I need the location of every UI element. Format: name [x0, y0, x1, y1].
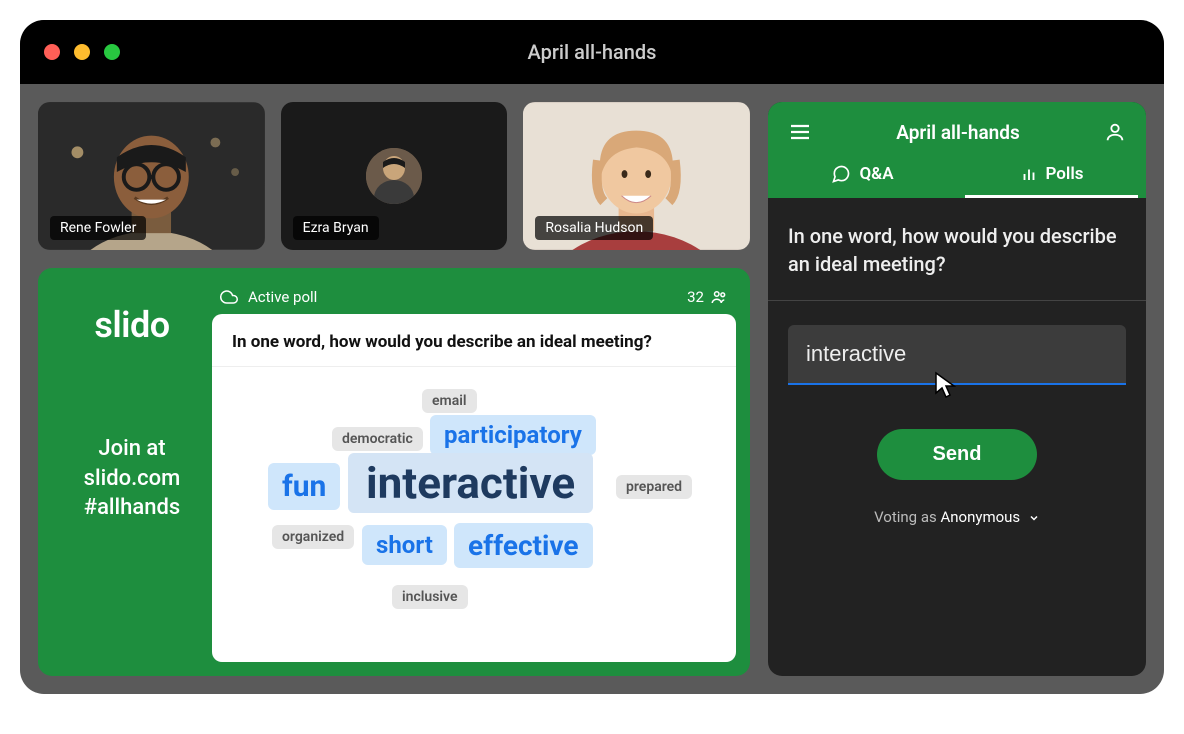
wordcloud: email democratic participatory fun inter…	[212, 367, 736, 662]
slido-logo: slido	[94, 304, 169, 346]
voting-identity: Anonymous	[940, 508, 1020, 526]
tab-polls[interactable]: Polls	[957, 150, 1146, 198]
side-panel-tabs: Q&A Polls	[768, 150, 1146, 198]
tab-label: Q&A	[859, 164, 893, 184]
cloud-icon	[220, 288, 238, 306]
side-panel-header: April all-hands Q&A	[768, 102, 1146, 198]
join-line: slido.com	[84, 464, 181, 494]
word-chip: effective	[454, 523, 593, 568]
word-chip: democratic	[332, 427, 423, 451]
poll-vote-count: 32	[687, 288, 704, 306]
poll-join-info: slido Join at slido.com #allhands	[52, 288, 212, 662]
join-instructions: Join at slido.com #allhands	[84, 434, 181, 523]
poll-card: In one word, how would you describe an i…	[212, 314, 736, 662]
content-area: Rene Fowler Ezra Bryan	[20, 84, 1164, 694]
tab-qa[interactable]: Q&A	[768, 150, 957, 198]
join-line: #allhands	[84, 493, 181, 523]
slido-side-panel: April all-hands Q&A	[768, 102, 1146, 676]
video-row: Rene Fowler Ezra Bryan	[38, 102, 750, 250]
poll-content: Active poll 32 In one word, how would yo…	[212, 288, 736, 662]
side-panel-title: April all-hands	[896, 121, 1020, 144]
video-tile[interactable]: Rosalia Hudson	[523, 102, 750, 250]
join-line: Join at	[84, 434, 181, 464]
tab-label: Polls	[1046, 164, 1084, 184]
poll-question: In one word, how would you describe an i…	[212, 314, 736, 367]
video-tile[interactable]: Ezra Bryan	[281, 102, 508, 250]
video-tile[interactable]: Rene Fowler	[38, 102, 265, 250]
word-chip: short	[362, 525, 447, 565]
cursor-icon	[934, 371, 958, 399]
avatar-circle	[366, 148, 422, 204]
bar-chart-icon	[1020, 165, 1038, 183]
voting-identity-row[interactable]: Voting as Anonymous	[788, 508, 1126, 526]
word-chip: participatory	[430, 415, 596, 455]
participant-name-tag: Rosalia Hudson	[535, 216, 653, 240]
poll-status-bar: Active poll 32	[212, 288, 736, 314]
close-window-button[interactable]	[44, 44, 60, 60]
profile-button[interactable]	[1104, 121, 1126, 143]
menu-button[interactable]	[788, 120, 812, 144]
fullscreen-window-button[interactable]	[104, 44, 120, 60]
poll-status-label: Active poll	[248, 288, 317, 306]
word-chip: prepared	[616, 475, 692, 499]
hamburger-icon	[788, 120, 812, 144]
divider	[768, 300, 1146, 301]
minimize-window-button[interactable]	[74, 44, 90, 60]
titlebar: April all-hands	[20, 20, 1164, 84]
word-chip: interactive	[348, 453, 593, 513]
side-panel-question: In one word, how would you describe an i…	[788, 222, 1126, 278]
avatar-icon	[366, 148, 422, 204]
word-chip: inclusive	[392, 585, 468, 609]
person-icon	[1104, 121, 1126, 143]
answer-input-wrap	[788, 325, 1126, 385]
word-chip: organized	[272, 525, 354, 549]
word-chip: email	[422, 389, 477, 413]
window-title: April all-hands	[20, 40, 1164, 64]
chevron-down-icon	[1028, 512, 1040, 524]
traffic-lights	[44, 44, 120, 60]
voting-as-label: Voting as	[874, 508, 940, 526]
side-panel-body: In one word, how would you describe an i…	[768, 198, 1146, 676]
participant-name-tag: Rene Fowler	[50, 216, 146, 240]
poll-panel: slido Join at slido.com #allhands Active…	[38, 268, 750, 676]
send-button[interactable]: Send	[877, 429, 1038, 480]
participant-name-tag: Ezra Bryan	[293, 216, 379, 240]
app-window: April all-hands	[20, 20, 1164, 694]
word-chip: fun	[268, 463, 340, 510]
chat-icon	[831, 164, 851, 184]
people-icon	[710, 288, 728, 306]
